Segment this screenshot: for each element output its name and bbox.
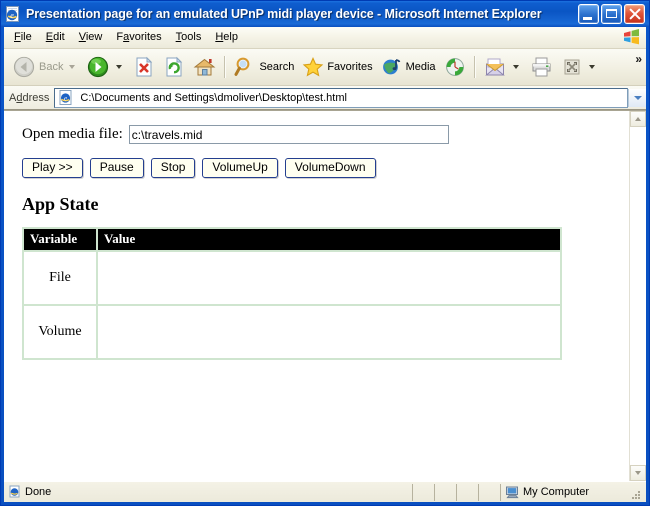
status-message-segment: Done xyxy=(4,483,413,501)
home-button[interactable] xyxy=(189,52,220,82)
back-label: Back xyxy=(39,61,64,73)
column-header-variable: Variable xyxy=(22,227,98,253)
mail-button[interactable] xyxy=(480,52,526,82)
player-controls: Play >> Pause Stop VolumeUp VolumeDown xyxy=(22,158,629,179)
scroll-up-button[interactable] xyxy=(630,111,646,127)
search-icon xyxy=(234,57,250,76)
menu-favorites[interactable]: Favorites xyxy=(109,29,168,46)
menu-view[interactable]: View xyxy=(72,29,110,46)
vertical-scrollbar[interactable] xyxy=(629,111,646,481)
stop-icon xyxy=(136,56,153,77)
row-variable-volume: Volume xyxy=(22,304,98,361)
maximize-button[interactable] xyxy=(601,4,622,24)
row-value-file xyxy=(96,250,562,307)
app-state-heading: App State xyxy=(22,194,99,215)
history-button[interactable] xyxy=(440,52,470,82)
forward-button[interactable] xyxy=(82,52,129,82)
edit-dropdown-arrow[interactable] xyxy=(588,65,595,69)
table-row: Volume xyxy=(22,304,562,361)
ie-document-icon: e xyxy=(4,5,22,23)
minimize-button[interactable] xyxy=(578,4,599,24)
print-button[interactable] xyxy=(526,52,557,82)
status-segment-3 xyxy=(457,483,479,501)
toolbar-separator-2 xyxy=(473,56,476,78)
mail-icon xyxy=(484,58,505,76)
window-client-area: File Edit View Favorites Tools Help Back… xyxy=(4,27,646,502)
pause-button[interactable]: Pause xyxy=(89,158,144,179)
status-segment-1 xyxy=(413,483,435,501)
address-dropdown-button[interactable] xyxy=(628,88,646,107)
status-message: Done xyxy=(25,486,52,498)
print-icon xyxy=(532,57,551,77)
ie-window: e Presentation page for an emulated UPnP… xyxy=(0,0,650,506)
back-dropdown-arrow[interactable] xyxy=(69,65,76,69)
media-label: Media xyxy=(405,61,436,73)
status-segment-4 xyxy=(479,483,501,501)
stop-button[interactable] xyxy=(129,52,159,82)
document-viewport: Open media file: Play >> Pause Stop Volu… xyxy=(4,110,646,481)
home-icon xyxy=(194,58,216,76)
scroll-down-button[interactable] xyxy=(630,465,646,481)
page-icon: e xyxy=(59,90,72,105)
media-file-row: Open media file: xyxy=(22,125,629,144)
status-bar: Done My Computer xyxy=(4,481,646,502)
forward-arrow-icon xyxy=(88,56,109,78)
address-bar: Address e C:\Documents and Settings\dmol… xyxy=(4,86,646,110)
app-state-table: Variable Value File Volume xyxy=(22,227,562,361)
search-button[interactable]: Search xyxy=(230,52,298,82)
favorites-label: Favorites xyxy=(327,61,373,73)
svg-text:e: e xyxy=(64,95,67,103)
play-button[interactable]: Play >> xyxy=(22,158,83,179)
media-file-input[interactable] xyxy=(128,125,449,144)
menu-file[interactable]: File xyxy=(7,29,39,46)
stop-button[interactable]: Stop xyxy=(150,158,196,179)
history-icon xyxy=(445,58,464,76)
table-header-row: Variable Value xyxy=(22,227,562,253)
back-button[interactable]: Back xyxy=(8,52,82,82)
toolbar-overflow-chevron[interactable]: » xyxy=(635,52,642,66)
ie-page-icon xyxy=(9,485,20,498)
search-label: Search xyxy=(259,61,295,73)
window-title: Presentation page for an emulated UPnP m… xyxy=(26,7,542,21)
menu-edit[interactable]: Edit xyxy=(39,29,72,46)
media-icon xyxy=(382,59,400,75)
web-page-content: Open media file: Play >> Pause Stop Volu… xyxy=(4,111,629,481)
refresh-icon xyxy=(166,56,183,77)
row-value-volume xyxy=(96,304,562,361)
caption-buttons xyxy=(578,4,647,24)
menu-tools[interactable]: Tools xyxy=(169,29,209,46)
close-button[interactable] xyxy=(624,4,645,24)
resize-grip[interactable] xyxy=(626,485,640,499)
back-arrow-icon xyxy=(13,56,35,78)
star-icon xyxy=(303,57,324,77)
security-zone-label: My Computer xyxy=(523,486,590,498)
media-button[interactable]: Media xyxy=(377,52,440,82)
volume-down-button[interactable]: VolumeDown xyxy=(284,158,376,179)
mail-dropdown-arrow[interactable] xyxy=(512,65,519,69)
address-value: C:\Documents and Settings\dmoliver\Deskt… xyxy=(80,91,347,104)
menu-bar: File Edit View Favorites Tools Help xyxy=(4,27,646,49)
column-header-value: Value xyxy=(96,227,562,253)
security-zone-segment[interactable]: My Computer xyxy=(501,484,646,501)
navigation-toolbar: Back Search Favorites Media » xyxy=(4,49,646,86)
address-label: Address xyxy=(9,91,50,104)
windows-flag-icon xyxy=(623,29,640,45)
svg-text:e: e xyxy=(10,11,14,20)
open-media-file-label: Open media file: xyxy=(22,126,123,142)
table-row: File xyxy=(22,250,562,307)
address-input[interactable]: e C:\Documents and Settings\dmoliver\Des… xyxy=(54,87,628,108)
status-segment-2 xyxy=(435,483,457,501)
refresh-button[interactable] xyxy=(159,52,189,82)
row-variable-file: File xyxy=(22,250,98,307)
edit-page-button[interactable] xyxy=(557,52,602,82)
my-computer-icon xyxy=(506,486,519,499)
toolbar-separator xyxy=(224,56,227,78)
title-bar: e Presentation page for an emulated UPnP… xyxy=(1,1,649,27)
favorites-button[interactable]: Favorites xyxy=(298,52,376,82)
forward-dropdown-arrow[interactable] xyxy=(116,65,123,69)
volume-up-button[interactable]: VolumeUp xyxy=(202,158,278,179)
menu-help[interactable]: Help xyxy=(208,29,245,46)
edit-page-icon xyxy=(564,59,580,75)
